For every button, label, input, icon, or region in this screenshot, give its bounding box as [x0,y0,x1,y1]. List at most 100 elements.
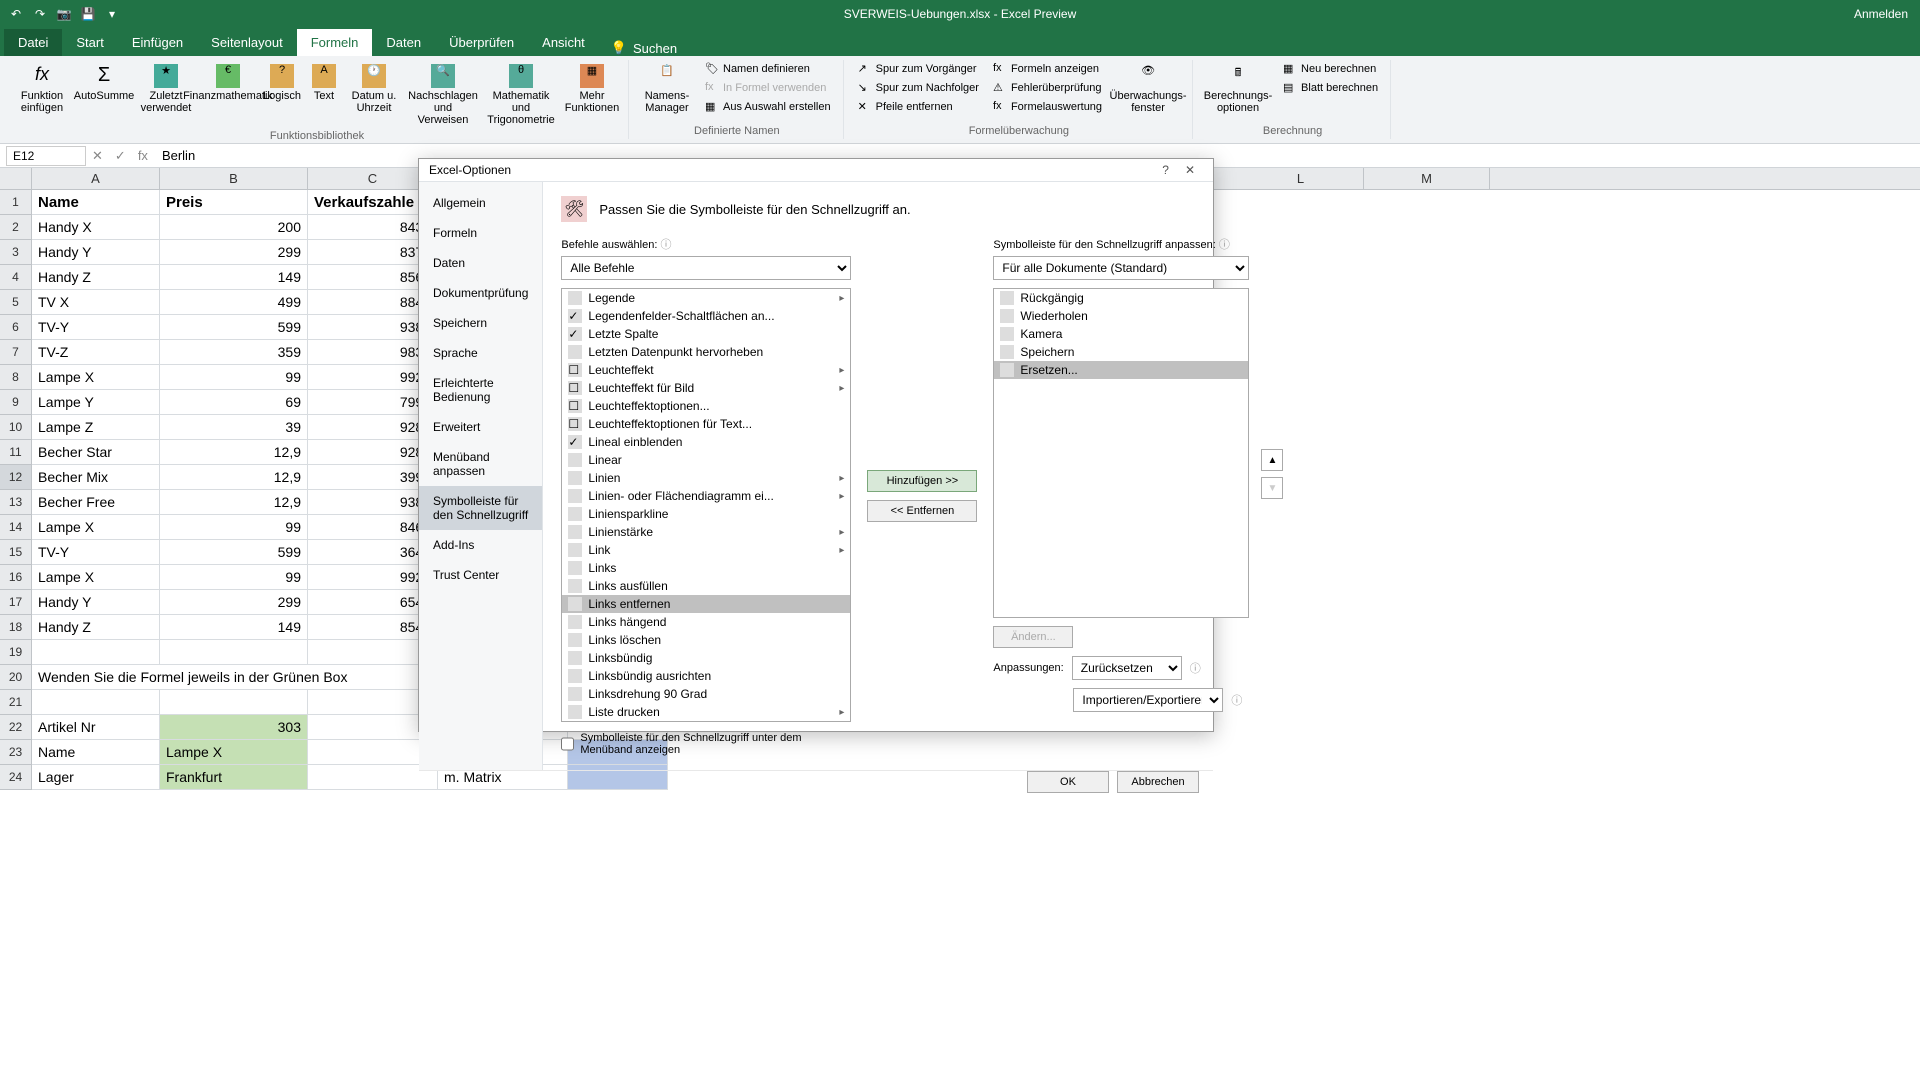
cell[interactable]: Name [32,740,160,765]
move-down-button[interactable]: ▼ [1261,477,1283,499]
row-header[interactable]: 5 [0,290,32,315]
list-item[interactable]: Links [562,559,850,577]
add-button[interactable]: Hinzufügen >> [867,470,977,492]
calc-sheet-button[interactable]: ▤Blatt berechnen [1277,79,1384,97]
sidebar-item[interactable]: Symbolleiste für den Schnellzugriff [419,486,542,530]
cell[interactable]: 12,9 [160,490,308,515]
row-header[interactable]: 11 [0,440,32,465]
cell[interactable]: 359 [160,340,308,365]
save-icon[interactable]: 💾 [80,6,96,22]
cell[interactable]: Handy Z [32,615,160,640]
list-item[interactable]: Linien- oder Flächendiagramm ei...▸ [562,487,850,505]
qat-list[interactable]: RückgängigWiederholenKameraSpeichernErse… [993,288,1249,618]
cell[interactable]: 303 [160,715,308,740]
row-header[interactable]: 14 [0,515,32,540]
cancel-button[interactable]: Abbrechen [1117,771,1199,793]
tab-review[interactable]: Überprüfen [435,29,528,56]
list-item[interactable]: ✓Lineal einblenden [562,433,850,451]
row-header[interactable]: 24 [0,765,32,790]
camera-icon[interactable]: 📷 [56,6,72,22]
cell[interactable]: 299 [160,240,308,265]
list-item[interactable]: Linien▸ [562,469,850,487]
row-header[interactable]: 2 [0,215,32,240]
sidebar-item[interactable]: Trust Center [419,560,542,590]
list-item[interactable]: Linksdrehung 90 Grad [562,685,850,703]
row-header[interactable]: 7 [0,340,32,365]
row-header[interactable]: 16 [0,565,32,590]
cell[interactable]: 499 [160,290,308,315]
tab-view[interactable]: Ansicht [528,29,599,56]
row-header[interactable]: 22 [0,715,32,740]
confirm-icon[interactable]: ✓ [109,148,132,164]
sidebar-item[interactable]: Erleichterte Bedienung [419,368,542,412]
cell[interactable]: 12,9 [160,465,308,490]
cell[interactable]: Lampe X [32,565,160,590]
row-header[interactable]: 1 [0,190,32,215]
more-functions-button[interactable]: ▦Mehr Funktionen [562,60,622,130]
cell[interactable] [32,690,160,715]
cell[interactable]: 99 [160,515,308,540]
tab-home[interactable]: Start [62,29,117,56]
cancel-icon[interactable]: ✕ [86,148,109,164]
cell[interactable]: TV-Y [32,315,160,340]
list-item[interactable]: Ersetzen... [994,361,1248,379]
cell[interactable]: 299 [160,590,308,615]
list-item[interactable]: Liniensparkline [562,505,850,523]
cell[interactable]: Handy Y [32,240,160,265]
cell[interactable]: Handy Y [32,590,160,615]
undo-icon[interactable]: ↶ [8,6,24,22]
name-manager-button[interactable]: 📋Namens-Manager [637,60,697,118]
cell[interactable]: 149 [160,615,308,640]
sidebar-item[interactable]: Menüband anpassen [419,442,542,486]
list-item[interactable]: Linear [562,451,850,469]
calc-now-button[interactable]: ▦Neu berechnen [1277,60,1384,78]
col-header-M[interactable]: M [1364,168,1490,189]
cell[interactable]: Handy X [32,215,160,240]
table-header[interactable]: Name [32,190,160,215]
watch-window-button[interactable]: 👁Überwachungs-fenster [1110,60,1186,118]
cell[interactable]: Lager [32,765,160,790]
financial-button[interactable]: €Finanzmathematik [198,60,258,130]
sidebar-item[interactable]: Sprache [419,338,542,368]
list-item[interactable]: Kamera [994,325,1248,343]
list-item[interactable]: Speichern [994,343,1248,361]
row-header[interactable]: 4 [0,265,32,290]
row-header[interactable]: 3 [0,240,32,265]
list-item[interactable]: Rückgängig [994,289,1248,307]
row-header[interactable]: 20 [0,665,32,690]
ok-button[interactable]: OK [1027,771,1109,793]
select-all-corner[interactable] [0,168,32,189]
cell[interactable] [160,640,308,665]
cell[interactable]: Becher Free [32,490,160,515]
row-header[interactable]: 19 [0,640,32,665]
cell[interactable]: Becher Star [32,440,160,465]
math-button[interactable]: θMathematik und Trigonometrie [482,60,560,130]
list-item[interactable]: Links ausfüllen [562,577,850,595]
col-header-A[interactable]: A [32,168,160,189]
tab-formulas[interactable]: Formeln [297,29,373,56]
tab-file[interactable]: Datei [4,29,62,56]
modify-button[interactable]: Ändern... [993,626,1073,648]
list-item[interactable]: ☐Leuchteffekt für Bild▸ [562,379,850,397]
list-item[interactable]: Links entfernen [562,595,850,613]
show-formulas-button[interactable]: fxFormeln anzeigen [987,60,1108,78]
calc-options-button[interactable]: 🖩Berechnungs-optionen [1201,60,1275,118]
customize-qat-select[interactable]: Für alle Dokumente (Standard) [993,256,1249,280]
ribbon-search[interactable]: 💡 Suchen [611,40,677,56]
row-header[interactable]: 9 [0,390,32,415]
cell[interactable]: 200 [160,215,308,240]
cell[interactable]: 99 [160,365,308,390]
cell[interactable]: 39 [160,415,308,440]
lookup-button[interactable]: 🔍Nachschlagen und Verweisen [406,60,480,130]
redo-icon[interactable]: ↷ [32,6,48,22]
table-header[interactable]: Preis [160,190,308,215]
sidebar-item[interactable]: Dokumentprüfung [419,278,542,308]
list-item[interactable]: ✓Letzte Spalte [562,325,850,343]
cell[interactable]: 599 [160,315,308,340]
tab-insert[interactable]: Einfügen [118,29,197,56]
fx-button[interactable]: fx [132,148,154,163]
list-item[interactable]: Wiederholen [994,307,1248,325]
use-in-formula-button[interactable]: fxIn Formel verwenden [699,79,837,97]
row-header[interactable]: 10 [0,415,32,440]
row-header[interactable]: 15 [0,540,32,565]
